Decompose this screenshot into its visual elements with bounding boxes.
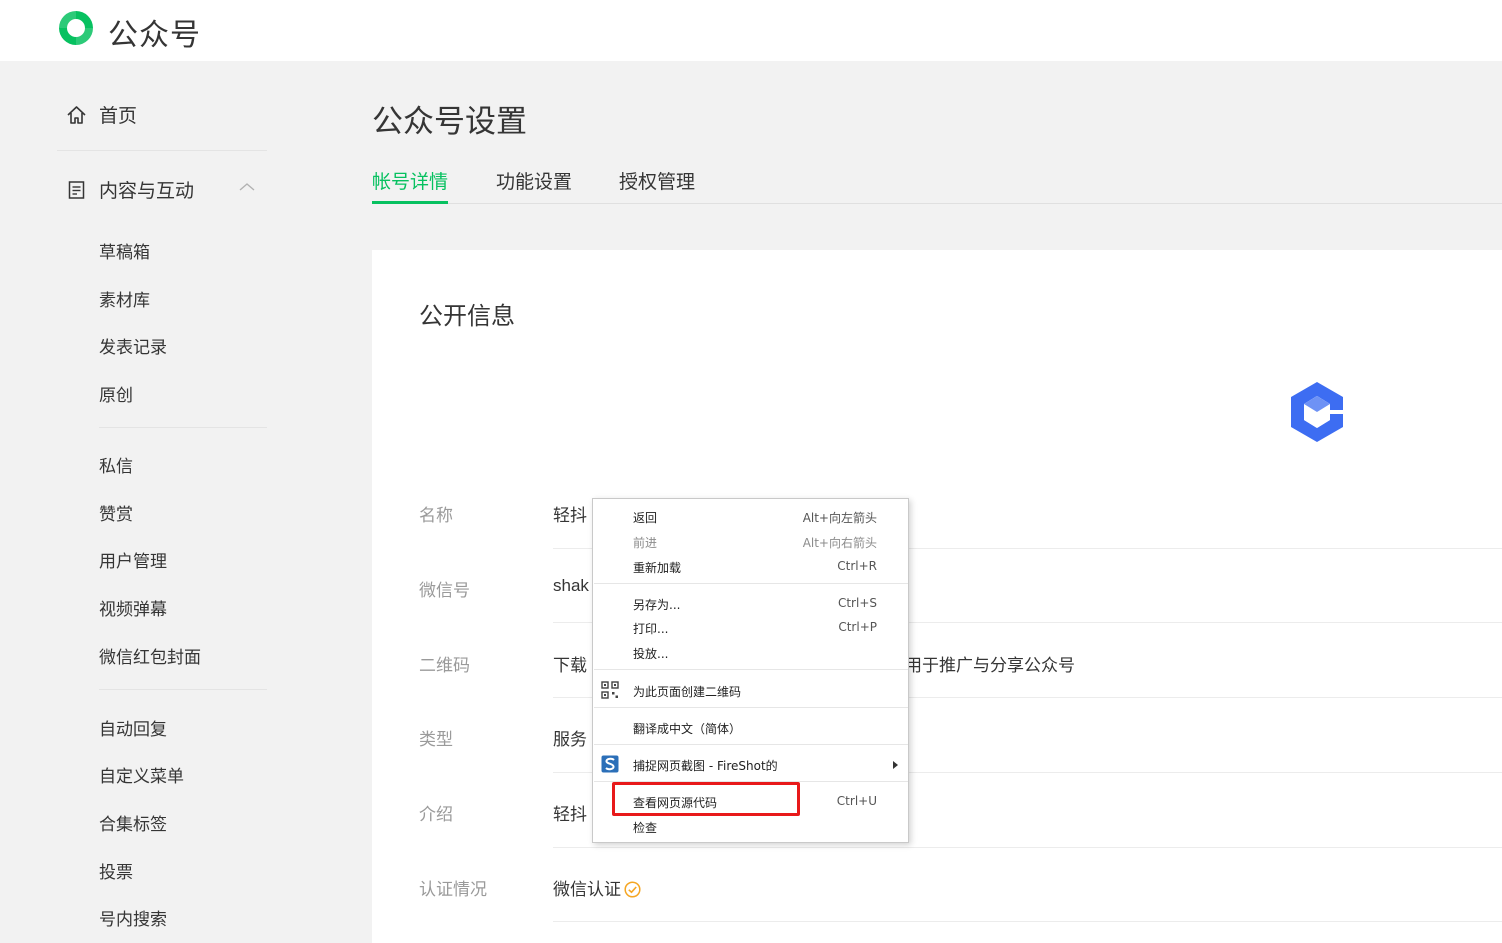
field-label-intro: 介绍 xyxy=(419,805,453,824)
field-label-qrcode: 二维码 xyxy=(419,656,470,675)
ctx-forward[interactable]: 前进 xyxy=(633,534,657,551)
qr-code-icon xyxy=(601,681,619,699)
row-divider xyxy=(553,921,1502,922)
verification-text: 微信认证 xyxy=(553,880,621,899)
tab-account-details[interactable]: 帐号详情 xyxy=(372,167,448,194)
sidebar-item-auto-reply[interactable]: 自动回复 xyxy=(99,715,167,740)
field-label-verification: 认证情况 xyxy=(419,880,487,899)
tab-authorization[interactable]: 授权管理 xyxy=(619,167,695,194)
field-value-intro: 轻抖 xyxy=(553,805,587,824)
field-value-qrcode-download[interactable]: 下载 xyxy=(553,651,587,676)
sidebar-divider xyxy=(57,150,267,151)
ctx-forward-shortcut: Alt+向右箭头 xyxy=(802,536,877,550)
ctx-separator xyxy=(594,707,908,708)
ctx-back-shortcut: Alt+向左箭头 xyxy=(802,511,877,525)
sidebar-item-home[interactable]: 首页 xyxy=(66,101,137,128)
sidebar-item-in-account-search[interactable]: 号内搜索 xyxy=(99,905,167,930)
field-value-type: 服务 xyxy=(553,730,587,749)
ctx-save-as-shortcut: Ctrl+S xyxy=(837,596,877,610)
ctx-back[interactable]: 返回 xyxy=(633,509,657,526)
fireshot-icon xyxy=(601,755,619,773)
ctx-print-shortcut: Ctrl+P xyxy=(838,620,877,634)
sidebar-divider xyxy=(99,427,267,428)
chevron-up-icon[interactable] xyxy=(239,182,255,192)
sidebar-item-materials[interactable]: 素材库 xyxy=(99,286,150,311)
field-value-wechat-id: shak xyxy=(553,576,589,595)
view-source-highlight-box xyxy=(612,782,800,816)
sidebar-item-vote[interactable]: 投票 xyxy=(99,858,133,883)
active-tab-indicator xyxy=(372,201,448,204)
sidebar-divider xyxy=(99,689,267,690)
home-icon xyxy=(67,105,86,124)
field-label-type: 类型 xyxy=(419,730,453,749)
top-bar: 公众号 xyxy=(0,0,1502,61)
ctx-save-as[interactable]: 另存为... xyxy=(633,596,680,613)
ctx-reload-shortcut: Ctrl+R xyxy=(837,559,877,573)
sidebar-item-collection-tags[interactable]: 合集标签 xyxy=(99,810,167,835)
field-value-verification: 微信认证 xyxy=(553,875,641,900)
ctx-separator xyxy=(594,583,908,584)
brand-title: 公众号 xyxy=(108,19,201,52)
sidebar-item-drafts[interactable]: 草稿箱 xyxy=(99,238,150,263)
sidebar-item-video-danmaku[interactable]: 视频弹幕 xyxy=(99,595,167,620)
ctx-print[interactable]: 打印... xyxy=(633,620,668,637)
field-value-name: 轻抖 xyxy=(553,506,587,525)
field-label-wechat-id: 微信号 xyxy=(419,581,470,600)
ctx-view-source-shortcut: Ctrl+U xyxy=(836,794,877,808)
ctx-fireshot[interactable]: 捕捉网页截图 - FireShot的 xyxy=(633,757,778,774)
section-title: 公开信息 xyxy=(419,303,515,330)
ctx-reload[interactable]: 重新加载 xyxy=(633,559,681,576)
field-value-qrcode-desc: 用于推广与分享公众号 xyxy=(905,656,1075,675)
sidebar-item-custom-menu[interactable]: 自定义菜单 xyxy=(99,762,184,787)
tabs-divider xyxy=(372,203,1502,204)
sidebar-group-content[interactable]: 内容与互动 xyxy=(66,176,194,203)
ctx-cast[interactable]: 投放... xyxy=(633,645,668,662)
field-label-name: 名称 xyxy=(419,506,453,525)
sidebar-item-user-management[interactable]: 用户管理 xyxy=(99,547,167,572)
row-divider xyxy=(553,847,1502,848)
tab-feature-settings[interactable]: 功能设置 xyxy=(496,167,572,194)
ctx-separator xyxy=(594,669,908,670)
sidebar-item-rewards[interactable]: 赞赏 xyxy=(99,500,133,525)
account-avatar[interactable] xyxy=(1287,380,1347,444)
sidebar-item-label: 首页 xyxy=(99,106,138,127)
ctx-create-qr[interactable]: 为此页面创建二维码 xyxy=(633,683,741,700)
submenu-arrow-icon xyxy=(893,761,898,769)
wechat-official-logo-icon[interactable] xyxy=(55,8,97,48)
verified-check-icon xyxy=(624,881,641,898)
ctx-inspect[interactable]: 检查 xyxy=(633,819,657,836)
sidebar-item-messages[interactable]: 私信 xyxy=(99,452,133,477)
public-info-card xyxy=(372,250,1502,943)
sidebar-item-original[interactable]: 原创 xyxy=(99,381,133,406)
sidebar-group-label: 内容与互动 xyxy=(99,181,195,202)
document-icon xyxy=(68,180,85,199)
ctx-separator xyxy=(594,744,908,745)
sidebar-item-publish-records[interactable]: 发表记录 xyxy=(99,333,167,358)
page-title: 公众号设置 xyxy=(372,104,527,139)
sidebar-item-red-packet-cover[interactable]: 微信红包封面 xyxy=(99,643,201,668)
ctx-translate[interactable]: 翻译成中文（简体） xyxy=(633,720,741,737)
